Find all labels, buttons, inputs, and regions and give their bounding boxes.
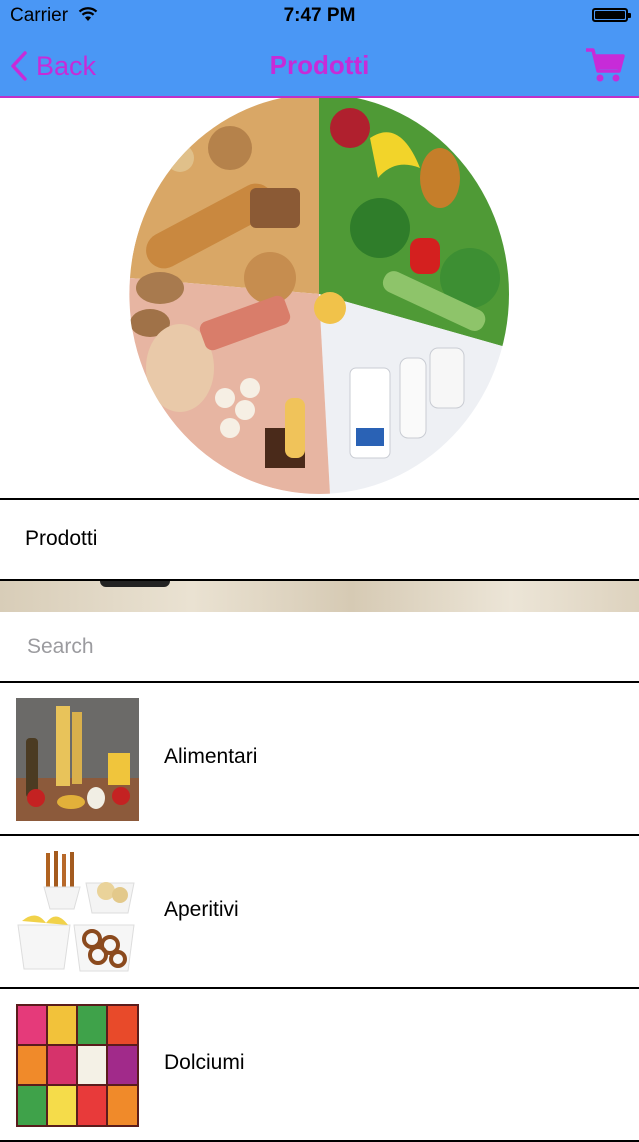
section-title: Prodotti [25,527,98,550]
list-item-label: Dolciumi [164,1051,245,1074]
navigation-bar: Back Prodotti [0,34,639,98]
search-bar [0,612,639,683]
section-header: Prodotti [0,498,639,581]
pasta-groceries-image [16,698,139,821]
status-bar: Carrier 7:47 PM [0,0,639,34]
cart-icon[interactable] [585,46,625,84]
list-item-alimentari[interactable]: Alimentari [0,683,639,836]
page-title: Prodotti [269,50,370,80]
decorative-divider [0,581,639,612]
battery-icon [592,8,631,22]
candy-image [16,1004,139,1127]
clock: 7:47 PM [283,5,356,26]
list-item-label: Aperitivi [164,898,239,921]
search-input[interactable] [25,630,609,664]
food-wheel-image [129,98,509,494]
list-item-label: Alimentari [164,745,258,768]
list-item-dolciumi[interactable]: Dolciumi [0,989,639,1142]
snacks-bowls-image [16,851,139,974]
hero-banner [0,98,639,498]
top-bar: Carrier 7:47 PM Back Prodotti [0,0,639,98]
list-item-aperitivi[interactable]: Aperitivi [0,836,639,989]
